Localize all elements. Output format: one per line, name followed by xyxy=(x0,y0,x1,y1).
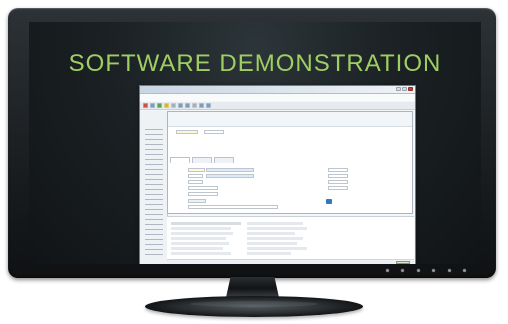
application-window xyxy=(139,85,416,264)
window-titlebar xyxy=(140,86,415,94)
results-list xyxy=(167,216,414,264)
back-icon[interactable] xyxy=(206,103,211,108)
window-controls xyxy=(396,87,413,91)
list-item[interactable] xyxy=(247,242,297,245)
record-header xyxy=(168,112,412,127)
new-document-icon[interactable] xyxy=(150,103,155,108)
print-icon[interactable] xyxy=(171,103,176,108)
monitor-control-button[interactable] xyxy=(386,269,389,272)
stand-highlight xyxy=(190,301,318,307)
tree-item[interactable] xyxy=(145,149,163,150)
record-tabs xyxy=(170,157,240,163)
list-item[interactable] xyxy=(247,247,307,250)
monitor-screen: SOFTWARE DEMONSTRATION xyxy=(29,22,481,264)
list-item[interactable] xyxy=(247,252,291,255)
tree-item[interactable] xyxy=(145,154,163,155)
search-icon[interactable] xyxy=(178,103,183,108)
date-field[interactable] xyxy=(188,199,206,203)
tree-item[interactable] xyxy=(145,234,163,235)
lookup-button[interactable] xyxy=(326,199,332,204)
toolbar xyxy=(140,102,415,110)
tree-item[interactable] xyxy=(145,194,163,195)
right-field-2[interactable] xyxy=(328,174,348,178)
tab-notes[interactable] xyxy=(214,157,234,163)
monitor-buttons xyxy=(386,269,466,273)
save-icon[interactable] xyxy=(157,103,162,108)
navigation-pane xyxy=(140,111,168,264)
tree-item[interactable] xyxy=(145,174,163,175)
monitor-control-button[interactable] xyxy=(462,269,466,272)
refresh-icon[interactable] xyxy=(185,103,190,108)
tree-item[interactable] xyxy=(145,144,163,145)
tree-item[interactable] xyxy=(145,164,163,165)
tab-details[interactable] xyxy=(192,157,212,163)
close-button[interactable] xyxy=(408,87,413,91)
tree-item[interactable] xyxy=(145,249,163,250)
key-field[interactable] xyxy=(176,130,198,134)
description-field[interactable] xyxy=(206,168,254,172)
list-item[interactable] xyxy=(171,227,231,230)
maximize-button[interactable] xyxy=(402,87,407,91)
record-editor-window xyxy=(167,111,413,214)
forward-icon[interactable] xyxy=(199,103,204,108)
tree-item[interactable] xyxy=(145,199,163,200)
computer-monitor: SOFTWARE DEMONSTRATION xyxy=(8,8,496,278)
city-field[interactable] xyxy=(188,192,218,196)
tree-item[interactable] xyxy=(145,159,163,160)
settings-icon[interactable] xyxy=(192,103,197,108)
tree-item[interactable] xyxy=(145,134,163,135)
monitor-control-button[interactable] xyxy=(416,269,420,272)
list-item[interactable] xyxy=(171,252,231,255)
right-field-1[interactable] xyxy=(328,168,348,172)
tree-item[interactable] xyxy=(145,219,163,220)
minimize-button[interactable] xyxy=(396,87,401,91)
tree-item[interactable] xyxy=(145,209,163,210)
comment-field[interactable] xyxy=(188,205,278,209)
right-field-3[interactable] xyxy=(328,180,348,184)
menu-bar xyxy=(140,94,415,101)
monitor-control-button[interactable] xyxy=(432,269,436,272)
list-item[interactable] xyxy=(171,242,229,245)
list-item[interactable] xyxy=(247,237,303,240)
tree-item[interactable] xyxy=(145,239,163,240)
tree-item[interactable] xyxy=(145,229,163,230)
tree-item[interactable] xyxy=(145,254,163,255)
tree-item[interactable] xyxy=(145,179,163,180)
tree-item[interactable] xyxy=(145,189,163,190)
status-bar xyxy=(167,259,414,264)
list-item[interactable] xyxy=(171,237,226,240)
software-demonstration-heading: SOFTWARE DEMONSTRATION xyxy=(68,50,442,77)
list-item[interactable] xyxy=(171,222,241,225)
list-item[interactable] xyxy=(247,222,303,225)
tree-item[interactable] xyxy=(145,129,163,130)
monitor-control-button[interactable] xyxy=(401,269,405,272)
address-field[interactable] xyxy=(188,186,218,190)
list-item[interactable] xyxy=(247,232,295,235)
list-item[interactable] xyxy=(171,232,233,235)
list-item[interactable] xyxy=(171,247,223,250)
primary-field[interactable] xyxy=(188,168,205,172)
list-item[interactable] xyxy=(247,227,307,230)
tree-item[interactable] xyxy=(145,139,163,140)
close-document-icon[interactable] xyxy=(143,103,148,108)
tree-item[interactable] xyxy=(145,214,163,215)
tree-item[interactable] xyxy=(145,184,163,185)
monitor-control-button[interactable] xyxy=(447,269,451,272)
tab-main[interactable] xyxy=(170,157,190,163)
category-field[interactable] xyxy=(206,174,254,178)
ok-button[interactable] xyxy=(396,261,410,264)
tree-item[interactable] xyxy=(145,204,163,205)
secondary-field[interactable] xyxy=(188,180,203,184)
reference-field[interactable] xyxy=(204,130,224,134)
code-field[interactable] xyxy=(188,174,203,178)
folder-icon[interactable] xyxy=(164,103,169,108)
tree-item[interactable] xyxy=(145,244,163,245)
right-field-4[interactable] xyxy=(328,186,348,190)
tree-item[interactable] xyxy=(145,224,163,225)
tree-item[interactable] xyxy=(145,169,163,170)
